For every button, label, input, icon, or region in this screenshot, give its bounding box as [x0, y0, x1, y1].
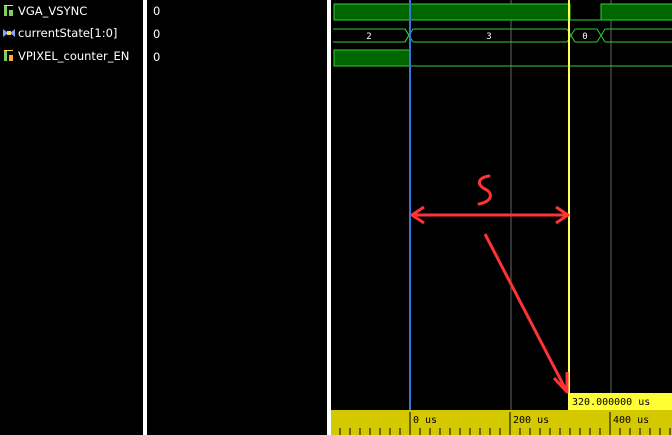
bus-signal-icon: [3, 29, 15, 37]
bus-transition: [596, 28, 606, 43]
waveform-vga-vsync: [333, 3, 672, 21]
time-tick-label: 0 us: [413, 415, 437, 426]
annotation-s-letter: [477, 174, 492, 206]
bus-segment-value: 3: [486, 32, 491, 42]
signal-row-vpixel-counter-en[interactable]: VPIXEL_counter_EN: [0, 45, 129, 67]
annotation-pointer-line: [483, 233, 568, 391]
cursor-readout: 320.000000 us: [572, 397, 650, 408]
signal-names-panel: VGA_VSYNC currentState[1:0] VPIXEL_count…: [0, 0, 143, 435]
signal-value-vga-vsync: 0: [153, 4, 161, 18]
signal-value-current-state: 0: [153, 27, 161, 41]
signal-row-vga-vsync[interactable]: VGA_VSYNC: [0, 0, 87, 22]
signal-values-panel: 0 0 0: [147, 0, 327, 435]
time-ruler[interactable]: 0 us 200 us 400 us: [331, 410, 672, 435]
waveform-high-segment: [600, 3, 672, 21]
single-bit-signal-icon: [4, 5, 13, 16]
signal-value-vpixel-counter-en: 0: [153, 50, 161, 64]
signal-name: VGA_VSYNC: [18, 4, 88, 18]
time-tick-label: 200 us: [513, 415, 549, 426]
waveform-high-segment: [333, 3, 571, 21]
waveform-high-segment: [333, 49, 411, 67]
time-tick-label: 400 us: [613, 415, 649, 426]
annotation-overlay: [410, 174, 570, 394]
signal-name: VPIXEL_counter_EN: [18, 49, 130, 63]
waveform-vpixel-counter-en: [333, 49, 672, 67]
single-bit-signal-icon: [4, 50, 13, 61]
bus-segment-value: 0: [582, 32, 587, 42]
signal-row-current-state[interactable]: currentState[1:0]: [0, 22, 117, 44]
bus-segment: [605, 28, 672, 43]
bus-segment-value: 2: [366, 32, 371, 42]
waveform-panel[interactable]: 2 3 0 320.000000 us 0 us 200 us 400 us: [331, 0, 672, 435]
waveform-current-state: 2 3 0: [333, 28, 672, 43]
waveform-canvas: 2 3 0 320.000000 us 0 us 200 us 400 us: [331, 0, 672, 435]
signal-name: currentState[1:0]: [18, 26, 118, 40]
